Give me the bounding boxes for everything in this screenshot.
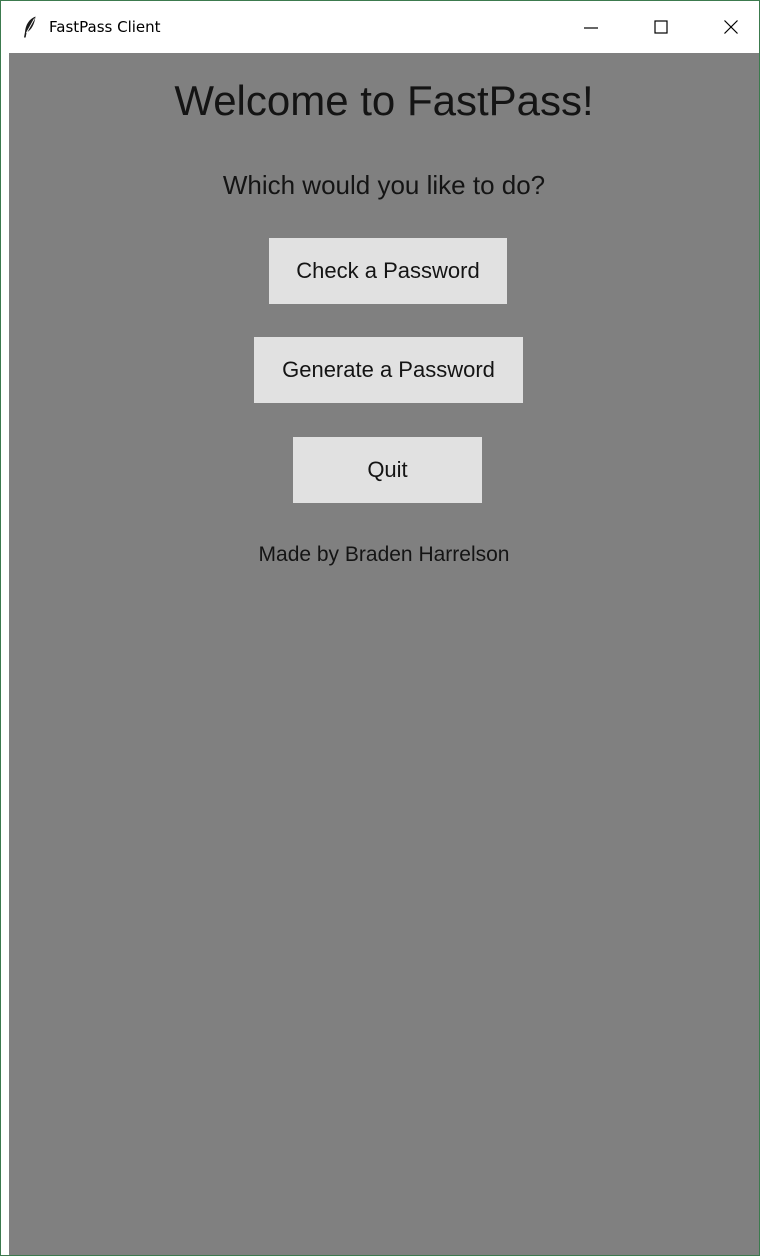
minimize-icon (584, 27, 598, 29)
maximize-icon (654, 20, 668, 34)
feather-icon (23, 16, 37, 38)
close-button[interactable] (701, 1, 759, 53)
credit-text: Made by Braden Harrelson (258, 543, 510, 566)
main-panel: Welcome to FastPass! Which would you lik… (9, 53, 759, 1255)
minimize-button[interactable] (561, 1, 621, 53)
quit-button[interactable]: Quit (293, 437, 482, 503)
welcome-heading: Welcome to FastPass! (174, 77, 594, 124)
prompt-text: Which would you like to do? (222, 170, 546, 200)
close-icon (724, 20, 738, 34)
generate-password-button[interactable]: Generate a Password (254, 337, 523, 403)
maximize-button[interactable] (631, 1, 691, 53)
title-bar[interactable]: FastPass Client (1, 1, 759, 53)
check-password-button[interactable]: Check a Password (269, 238, 507, 304)
window-title: FastPass Client (49, 18, 161, 36)
app-window: FastPass Client Welcome to FastPass! Whi… (0, 0, 760, 1256)
